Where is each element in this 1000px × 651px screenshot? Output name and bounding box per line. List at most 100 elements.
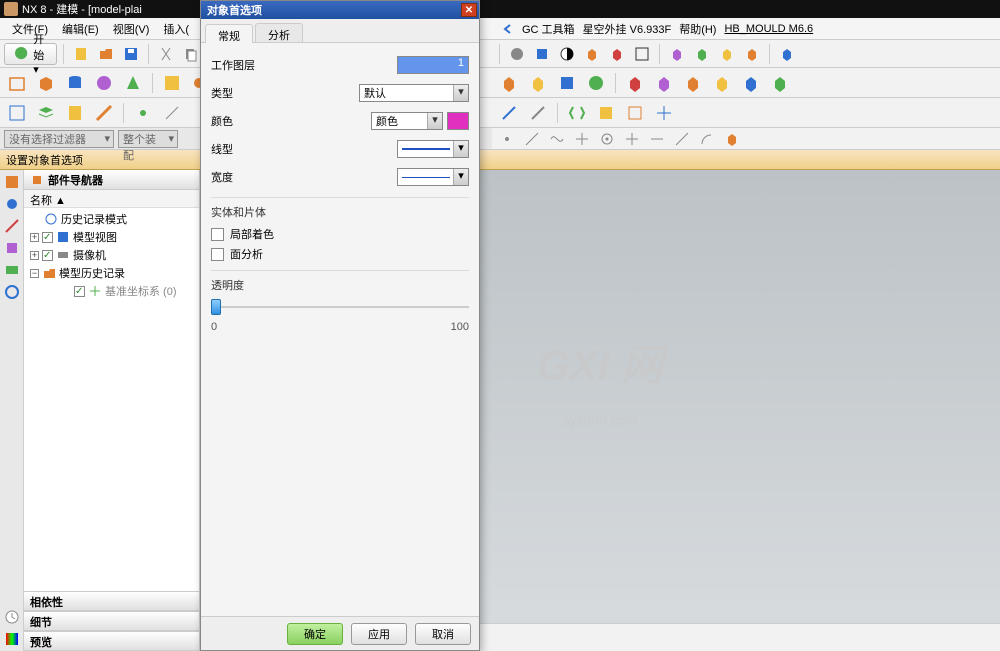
start-button[interactable]: 开始 ▾ <box>4 43 57 65</box>
r4-i8[interactable] <box>671 128 693 150</box>
strip-hd3d-icon[interactable] <box>2 260 22 280</box>
filter-dropdown[interactable]: 没有选择过滤器 <box>4 130 114 148</box>
nav-preview[interactable]: 预览 <box>24 631 199 651</box>
menu-insert[interactable]: 插入( <box>157 19 195 39</box>
sphere-icon[interactable] <box>91 70 117 96</box>
strip-cnstr-icon[interactable] <box>2 216 22 236</box>
strip-history-icon[interactable] <box>2 607 22 627</box>
nav-details[interactable]: 细节 <box>24 611 199 631</box>
r1-i8[interactable] <box>691 43 713 65</box>
cube-icon[interactable] <box>33 70 59 96</box>
tree-datum-csys[interactable]: 基准坐标系 (0) <box>26 282 197 300</box>
strip-web-icon[interactable] <box>2 282 22 302</box>
color-swatch[interactable] <box>447 112 469 130</box>
r4-i1[interactable] <box>496 128 518 150</box>
select-icon[interactable] <box>4 100 30 126</box>
r1-i4[interactable] <box>581 43 603 65</box>
trim-icon[interactable] <box>159 70 185 96</box>
r3-i5[interactable] <box>622 100 648 126</box>
box-icon[interactable] <box>4 70 30 96</box>
r4-i5[interactable] <box>596 128 618 150</box>
r4-i6[interactable] <box>621 128 643 150</box>
r2-i3[interactable] <box>554 70 580 96</box>
back-icon[interactable] <box>500 22 514 36</box>
r1-i9[interactable] <box>716 43 738 65</box>
r1-i1[interactable] <box>506 43 528 65</box>
r3-i6[interactable] <box>651 100 677 126</box>
r4-i2[interactable] <box>521 128 543 150</box>
open-icon[interactable] <box>95 43 117 65</box>
copy-icon[interactable] <box>180 43 202 65</box>
menu-help[interactable]: 帮助(H) <box>679 21 716 37</box>
layer-input[interactable]: 1 <box>397 56 469 74</box>
snap-icon[interactable] <box>130 100 156 126</box>
tree-model-history[interactable]: −模型历史记录 <box>26 264 197 282</box>
r1-i11[interactable] <box>776 43 798 65</box>
tree-history-mode[interactable]: 历史记录模式 <box>26 210 197 228</box>
r3-i2[interactable] <box>525 100 551 126</box>
transparency-label: 透明度 <box>211 277 469 293</box>
scope-dropdown[interactable]: 整个装配 <box>118 130 178 148</box>
layer-icon[interactable] <box>33 100 59 126</box>
r2-i2[interactable] <box>525 70 551 96</box>
tree-cameras[interactable]: +摄像机 <box>26 246 197 264</box>
close-icon[interactable]: ✕ <box>461 3 477 17</box>
strip-reuse-icon[interactable] <box>2 238 22 258</box>
cone-icon[interactable] <box>120 70 146 96</box>
r2-i9[interactable] <box>738 70 764 96</box>
tab-analysis[interactable]: 分析 <box>255 23 303 42</box>
r3-i1[interactable] <box>496 100 522 126</box>
dialog-titlebar[interactable]: 对象首选项 ✕ <box>201 1 479 19</box>
new-icon[interactable] <box>70 43 92 65</box>
navigator-column[interactable]: 名称 ▲ <box>24 190 199 208</box>
r2-i6[interactable] <box>651 70 677 96</box>
r4-i3[interactable] <box>546 128 568 150</box>
menu-plugin[interactable]: 星空外挂 V6.933F <box>583 21 672 37</box>
snap2-icon[interactable] <box>159 100 185 126</box>
r1-i7[interactable] <box>666 43 688 65</box>
color-select[interactable]: 颜色 <box>371 112 443 130</box>
cut-icon[interactable] <box>155 43 177 65</box>
partial-shading-checkbox[interactable] <box>211 228 224 241</box>
menu-mould[interactable]: HB_MOULD M6.6 <box>724 23 813 35</box>
app-icon <box>4 2 18 16</box>
r2-i7[interactable] <box>680 70 706 96</box>
strip-roles-icon[interactable] <box>2 629 22 649</box>
face-analysis-checkbox[interactable] <box>211 248 224 261</box>
r1-i2[interactable] <box>531 43 553 65</box>
r1-i5[interactable] <box>606 43 628 65</box>
sheet-icon[interactable] <box>62 100 88 126</box>
r4-i10[interactable] <box>721 128 743 150</box>
r2-i1[interactable] <box>496 70 522 96</box>
cylinder-icon[interactable] <box>62 70 88 96</box>
r3-i4[interactable] <box>593 100 619 126</box>
r4-i9[interactable] <box>696 128 718 150</box>
r2-i10[interactable] <box>767 70 793 96</box>
strip-nav-icon[interactable] <box>2 172 22 192</box>
r1-i3[interactable] <box>556 43 578 65</box>
save-icon[interactable] <box>120 43 142 65</box>
apply-button[interactable]: 应用 <box>351 623 407 645</box>
ok-button[interactable]: 确定 <box>287 623 343 645</box>
menu-gc[interactable]: GC 工具箱 <box>522 21 575 37</box>
tab-general[interactable]: 常规 <box>205 24 253 43</box>
width-select[interactable] <box>397 168 469 186</box>
nav-dependencies[interactable]: 相依性 <box>24 591 199 611</box>
menu-view[interactable]: 视图(V) <box>107 19 156 39</box>
r2-i5[interactable] <box>622 70 648 96</box>
menu-edit[interactable]: 编辑(E) <box>56 19 105 39</box>
r1-i10[interactable] <box>741 43 763 65</box>
r3-i3[interactable] <box>564 100 590 126</box>
r2-i8[interactable] <box>709 70 735 96</box>
tree-model-views[interactable]: +模型视图 <box>26 228 197 246</box>
r4-i7[interactable] <box>646 128 668 150</box>
r4-i4[interactable] <box>571 128 593 150</box>
measure-icon[interactable] <box>91 100 117 126</box>
r2-i4[interactable] <box>583 70 609 96</box>
linetype-select[interactable] <box>397 140 469 158</box>
r1-i6[interactable] <box>631 43 653 65</box>
transparency-slider[interactable] <box>211 297 469 317</box>
strip-asm-icon[interactable] <box>2 194 22 214</box>
type-select[interactable]: 默认 <box>359 84 469 102</box>
cancel-button[interactable]: 取消 <box>415 623 471 645</box>
